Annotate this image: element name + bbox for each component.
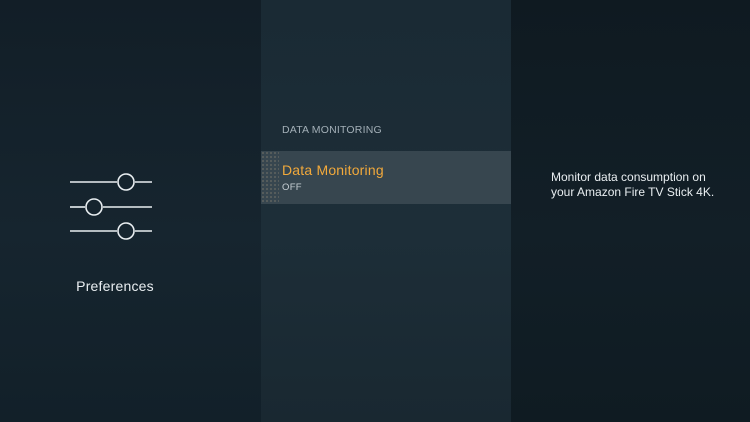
settings-screen: Preferences DATA MONITORING Data Monitor…	[0, 0, 750, 422]
section-header: DATA MONITORING	[282, 124, 382, 136]
settings-list-panel	[261, 0, 511, 422]
menu-item-title: Data Monitoring	[282, 162, 384, 178]
category-panel: Preferences	[0, 0, 261, 422]
menu-item-value: OFF	[282, 182, 302, 193]
data-monitoring-menu-item[interactable]: Data Monitoring OFF	[261, 151, 511, 204]
category-label: Preferences	[76, 278, 154, 294]
focus-texture	[261, 151, 279, 204]
sliders-icon	[70, 173, 152, 240]
setting-description: Monitor data consumption on your Amazon …	[551, 170, 715, 199]
description-panel	[511, 0, 750, 422]
